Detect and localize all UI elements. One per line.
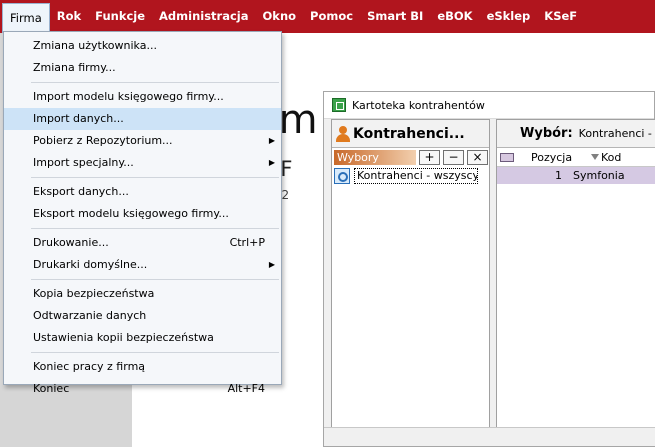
selections-pane: Kontrahenci... Wybory + − × Kontrahenci … [331, 119, 490, 429]
cell-code: Symfonia [573, 169, 625, 182]
menu-item-print[interactable]: Drukowanie... Ctrl+P [4, 232, 281, 254]
column-header-code-label: Kod [601, 150, 622, 164]
menu-item-default-printers[interactable]: Drukarki domyślne... ▶ [4, 254, 281, 276]
submenu-arrow-icon: ▶ [268, 136, 275, 145]
menu-item-end-company-work[interactable]: Koniec pracy z firmą [4, 356, 281, 378]
shortcut-exit: Alt+F4 [227, 382, 265, 395]
contractors-header-label: Kontrahenci... [353, 125, 465, 142]
menu-firma[interactable]: Firma [2, 3, 50, 33]
menu-separator [31, 352, 279, 353]
selection-label: Wybór: [520, 126, 573, 141]
contractors-header[interactable]: Kontrahenci... [332, 120, 489, 148]
column-header-pos[interactable]: Pozycja [531, 151, 591, 164]
wybory-tab[interactable]: Wybory [334, 149, 416, 165]
menu-separator [31, 82, 279, 83]
select-all-icon[interactable] [500, 152, 514, 162]
remove-selection-button[interactable]: − [443, 149, 464, 165]
sort-desc-icon [591, 154, 599, 160]
menu-rok[interactable]: Rok [50, 0, 88, 33]
menu-pomoc[interactable]: Pomoc [303, 0, 360, 33]
table-row[interactable]: 1 Symfonia [497, 167, 655, 184]
wybory-toolbar: Wybory + − × [332, 148, 489, 166]
menu-separator [31, 279, 279, 280]
menu-ebok[interactable]: eBOK [430, 0, 479, 33]
menu-item-change-user[interactable]: Zmiana użytkownika... [4, 35, 281, 57]
menu-item-export-accounting-model[interactable]: Eksport modelu księgowego firmy... [4, 203, 281, 225]
menu-separator [31, 177, 279, 178]
menu-bar: Firma Rok Funkcje Administracja Okno Pom… [0, 0, 655, 33]
firma-dropdown-menu: Zmiana użytkownika... Zmiana firmy... Im… [3, 31, 282, 395]
menu-item-backup-settings[interactable]: Ustawienia kopii bezpieczeństwa [4, 327, 281, 349]
window-app-icon [332, 98, 346, 112]
add-selection-button[interactable]: + [419, 149, 440, 165]
menu-separator [31, 228, 279, 229]
menu-item-import-data[interactable]: Import danych... [4, 108, 281, 130]
cell-pos: 1 [555, 169, 562, 182]
window-status-bar [324, 427, 655, 446]
contractors-list-pane: Wybór: Kontrahenci - w Pozycja Kod 1 Sym… [496, 119, 655, 429]
kartoteka-window: Kartoteka kontrahentów Kontrahenci... Wy… [323, 91, 655, 447]
column-header-code[interactable]: Kod [591, 151, 621, 164]
tree-item[interactable]: Kontrahenci - wszyscy [332, 166, 489, 186]
selection-value: Kontrahenci - w [578, 127, 655, 140]
search-icon [334, 168, 350, 184]
submenu-arrow-icon: ▶ [268, 158, 275, 167]
menu-administracja[interactable]: Administracja [152, 0, 255, 33]
menu-okno[interactable]: Okno [256, 0, 304, 33]
window-title: Kartoteka kontrahentów [352, 98, 485, 112]
menu-item-change-company[interactable]: Zmiana firmy... [4, 57, 281, 79]
close-selection-button[interactable]: × [467, 149, 488, 165]
tree-item-label: Kontrahenci - wszyscy [354, 168, 478, 184]
menu-item-restore[interactable]: Odtwarzanie danych [4, 305, 281, 327]
selection-header: Wybór: Kontrahenci - w [497, 120, 655, 148]
menu-ksef[interactable]: KSeF [537, 0, 584, 33]
shortcut-print: Ctrl+P [229, 236, 265, 249]
menu-smart-bi[interactable]: Smart BI [360, 0, 430, 33]
menu-esklep[interactable]: eSklep [480, 0, 538, 33]
window-title-bar[interactable]: Kartoteka kontrahentów [324, 92, 654, 119]
submenu-arrow-icon: ▶ [268, 260, 275, 269]
menu-item-import-accounting-model[interactable]: Import modelu księgowego firmy... [4, 86, 281, 108]
menu-item-exit[interactable]: Koniec Alt+F4 [4, 378, 281, 400]
menu-item-export-data[interactable]: Eksport danych... [4, 181, 281, 203]
menu-item-backup[interactable]: Kopia bezpieczeństwa [4, 283, 281, 305]
menu-item-fetch-repository[interactable]: Pobierz z Repozytorium... ▶ [4, 130, 281, 152]
menu-funkcje[interactable]: Funkcje [88, 0, 152, 33]
menu-item-special-import[interactable]: Import specjalny... ▶ [4, 152, 281, 174]
person-icon [336, 125, 350, 142]
grid-header: Pozycja Kod [497, 148, 655, 167]
